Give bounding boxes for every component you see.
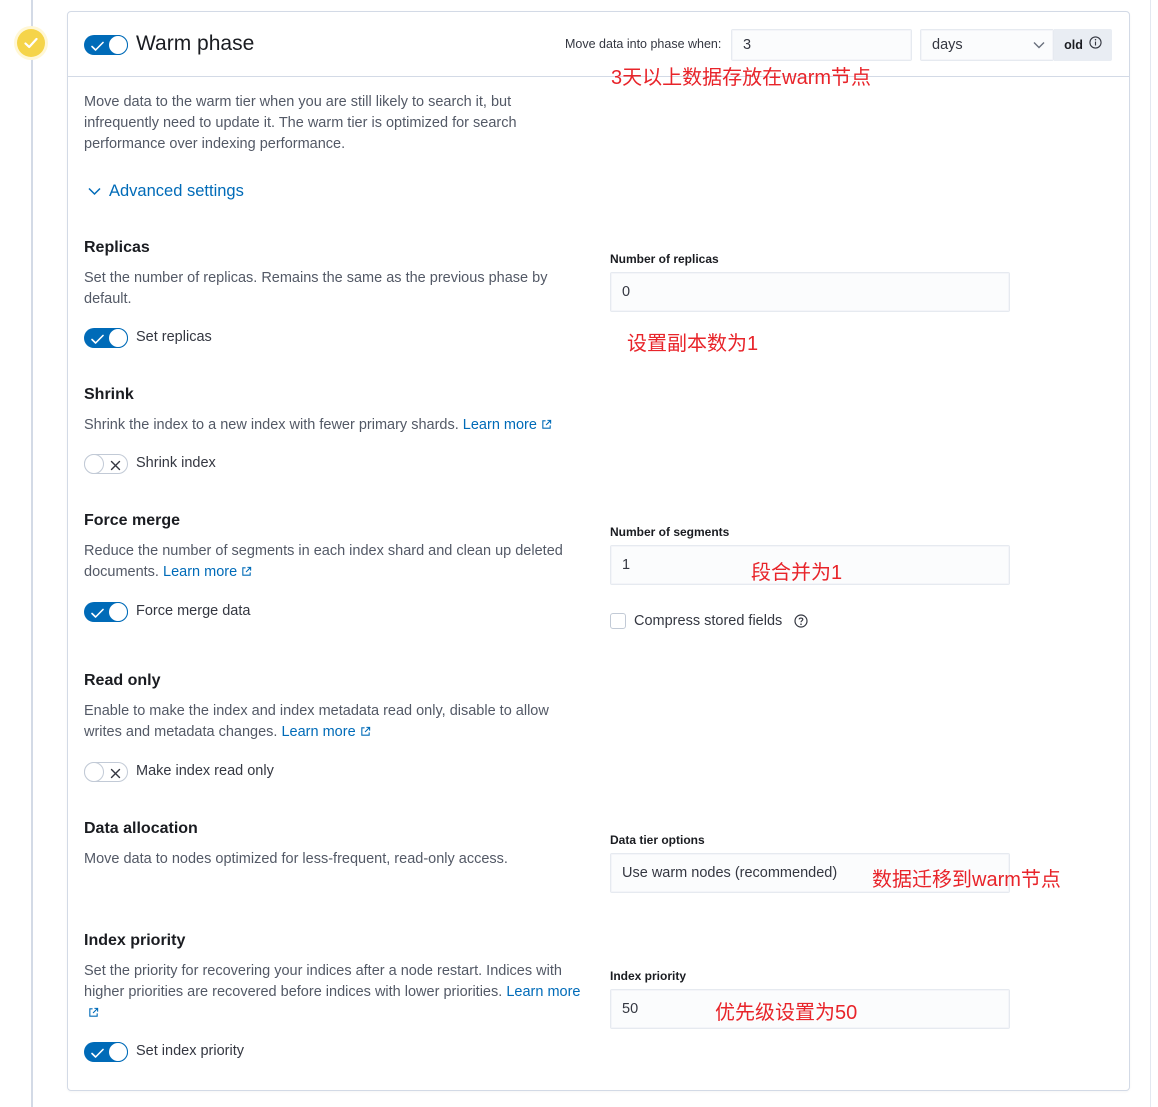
number-of-replicas-label: Number of replicas — [610, 252, 719, 266]
annotation-priority: 优先级设置为50 — [715, 1002, 858, 1024]
force-merge-label: Force merge data — [136, 603, 251, 619]
phase-description: Move data to the warm tier when you are … — [84, 94, 517, 152]
force-merge-toggle[interactable] — [84, 602, 128, 622]
compress-stored-fields-label: Compress stored fields — [634, 613, 783, 629]
advanced-settings-label: Advanced settings — [109, 182, 244, 200]
data-tier-options-label: Data tier options — [610, 833, 705, 847]
set-index-priority-label: Set index priority — [136, 1043, 244, 1059]
warm-phase-panel: Warm phase Move data into phase when: 3 … — [67, 11, 1130, 1091]
shrink-learn-more-label: Learn more — [462, 417, 537, 433]
min-age-unit-select[interactable]: days — [920, 29, 1054, 61]
external-link-icon — [241, 563, 252, 584]
number-of-replicas-input[interactable]: 0 — [610, 272, 1010, 312]
set-replicas-toggle[interactable] — [84, 328, 128, 348]
shrink-description: Shrink the index to a new index with few… — [84, 415, 604, 437]
chevron-down-icon — [1033, 37, 1045, 53]
age-suffix-label: old — [1064, 38, 1083, 52]
compress-stored-fields-checkbox[interactable] — [610, 613, 626, 629]
force-merge-learn-more-link[interactable]: Learn more — [163, 564, 252, 580]
set-index-priority-toggle[interactable] — [84, 1042, 128, 1062]
force-merge-description: Reduce the number of segments in each in… — [84, 541, 584, 584]
info-icon[interactable] — [1089, 36, 1102, 54]
set-replicas-label: Set replicas — [136, 329, 212, 345]
index-priority-description: Set the priority for recovering your ind… — [84, 961, 584, 1025]
force-merge-description-text: Reduce the number of segments in each in… — [84, 543, 563, 580]
shrink-description-text: Shrink the index to a new index with few… — [84, 417, 459, 433]
annotation-min-age: 3天以上数据存放在warm节点 — [611, 67, 872, 89]
index-priority-learn-more-label-1: Learn — [506, 984, 544, 1000]
question-icon[interactable] — [794, 614, 808, 633]
min-age-input[interactable]: 3 — [731, 29, 912, 61]
check-icon — [91, 39, 104, 57]
read-only-toggle[interactable] — [84, 762, 128, 782]
data-allocation-title: Data allocation — [84, 820, 198, 837]
replicas-description: Set the number of replicas. Remains the … — [84, 270, 548, 307]
shrink-learn-more-link[interactable]: Learn more — [463, 417, 552, 433]
check-icon — [91, 332, 104, 350]
data-allocation-description: Move data to nodes optimized for less-fr… — [84, 851, 508, 867]
check-icon — [91, 1046, 104, 1064]
page-edge-divider — [1150, 0, 1151, 1107]
number-of-segments-label: Number of segments — [610, 525, 730, 539]
annotation-replicas: 设置副本数为1 — [627, 333, 759, 355]
move-data-label: Move data into phase when: — [565, 37, 722, 51]
chevron-down-icon — [88, 183, 101, 201]
check-icon — [91, 606, 104, 624]
external-link-icon — [88, 1004, 99, 1025]
phase-status-check-icon — [17, 29, 45, 57]
read-only-description: Enable to make the index and index metad… — [84, 701, 584, 744]
index-priority-title: Index priority — [84, 932, 186, 949]
read-only-learn-more-link[interactable]: Learn more — [281, 724, 370, 740]
cross-icon — [110, 766, 121, 784]
annotation-allocation: 数据迁移到warm节点 — [872, 869, 1061, 891]
force-merge-title: Force merge — [84, 512, 181, 529]
panel-header-divider — [68, 76, 1129, 77]
read-only-label: Make index read only — [136, 763, 274, 779]
read-only-title: Read only — [84, 672, 161, 689]
advanced-settings-toggle[interactable]: Advanced settings — [88, 182, 244, 201]
shrink-index-label: Shrink index — [136, 455, 216, 471]
index-priority-description-text: Set the priority for recovering your ind… — [84, 963, 562, 1000]
external-link-icon — [360, 723, 371, 744]
shrink-title: Shrink — [84, 386, 134, 403]
shrink-index-toggle[interactable] — [84, 454, 128, 474]
phase-timeline-line — [31, 0, 33, 1107]
index-priority-learn-more-label-2: more — [547, 984, 581, 1000]
read-only-learn-more-label: Learn more — [281, 724, 356, 740]
annotation-segments: 段合并为1 — [751, 562, 843, 584]
warm-phase-toggle[interactable] — [84, 35, 128, 55]
cross-icon — [110, 458, 121, 476]
min-age-unit-value: days — [932, 37, 963, 53]
age-suffix-append: old — [1054, 29, 1112, 61]
index-priority-label: Index priority — [610, 969, 687, 983]
replicas-title: Replicas — [84, 239, 150, 256]
external-link-icon — [541, 416, 552, 437]
force-merge-learn-more-label: Learn more — [163, 564, 238, 580]
phase-title: Warm phase — [136, 32, 255, 55]
